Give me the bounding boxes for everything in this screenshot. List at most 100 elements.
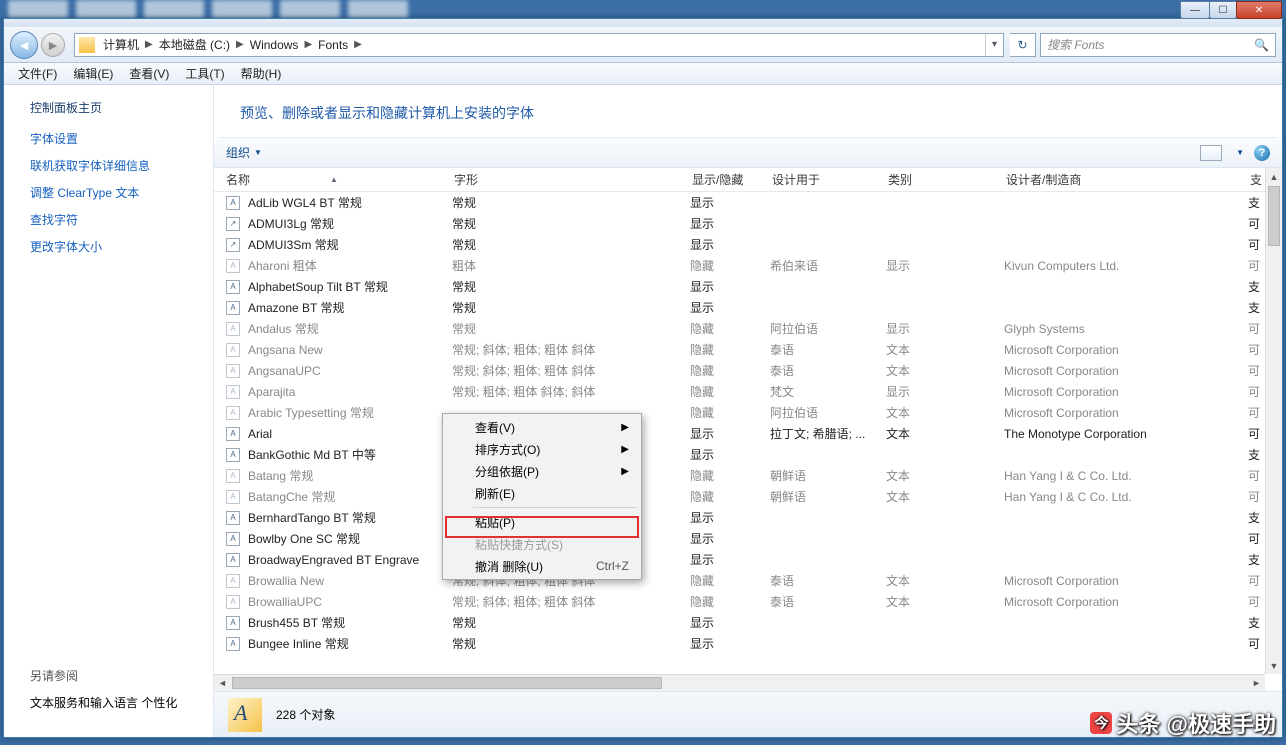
font-row[interactable]: AArabic Typesetting 常规隐藏阿拉伯语文本Microsoft … <box>214 402 1282 423</box>
font-row[interactable]: AArial显示拉丁文; 希腊语; ...文本The Monotype Corp… <box>214 423 1282 444</box>
scroll-thumb[interactable] <box>232 677 662 689</box>
submenu-arrow-icon: ▶ <box>621 422 629 433</box>
font-row[interactable]: ABowlby One SC 常规显示可 <box>214 528 1282 549</box>
font-name: Amazone BT 常规 <box>248 299 452 316</box>
menu-tools[interactable]: 工具(T) <box>177 65 232 82</box>
control-panel-home[interactable]: 控制面板主页 <box>30 99 213 116</box>
organize-button[interactable]: 组织 <box>226 144 250 161</box>
chevron-right-icon[interactable]: ▶ <box>141 39 157 50</box>
column-style[interactable]: 字形 <box>442 168 680 191</box>
font-row[interactable]: AAparajita常规; 粗体; 粗体 斜体; 斜体隐藏梵文显示Microso… <box>214 381 1282 402</box>
view-options-button[interactable] <box>1200 145 1222 161</box>
forward-button[interactable]: ► <box>41 33 65 57</box>
vertical-scrollbar[interactable]: ▲ ▼ <box>1265 168 1282 674</box>
watermark-icon: 今 <box>1090 712 1112 734</box>
sidebar-link-font-settings[interactable]: 字体设置 <box>30 130 213 147</box>
menu-help[interactable]: 帮助(H) <box>233 65 290 82</box>
see-also-text-services[interactable]: 文本服务和输入语言 <box>30 696 138 710</box>
column-designed-for[interactable]: 设计用于 <box>760 168 876 191</box>
column-designer[interactable]: 设计者/制造商 <box>994 168 1238 191</box>
font-row[interactable]: ABernhardTango BT 常规显示支 <box>214 507 1282 528</box>
breadcrumb-item[interactable]: 计算机 <box>101 36 141 53</box>
font-designer: Microsoft Corporation <box>1004 385 1248 399</box>
scroll-right-icon[interactable]: ► <box>1248 675 1265 691</box>
font-row[interactable]: ABungee Inline 常规常规显示可 <box>214 633 1282 654</box>
font-row[interactable]: AAngsana New常规; 斜体; 粗体; 粗体 斜体隐藏泰语文本Micro… <box>214 339 1282 360</box>
font-file-icon: A <box>226 553 240 567</box>
search-input[interactable]: 搜索 Fonts 🔍 <box>1040 33 1276 57</box>
sidebar-link-find-char[interactable]: 查找字符 <box>30 211 213 228</box>
address-dropdown[interactable]: ▾ <box>985 34 1003 56</box>
font-file-icon: A <box>226 196 240 210</box>
address-bar[interactable]: 计算机▶ 本地磁盘 (C:)▶ Windows▶ Fonts▶ ▾ <box>74 33 1004 57</box>
chevron-right-icon[interactable]: ▶ <box>300 39 316 50</box>
font-file-icon: A <box>226 469 240 483</box>
font-row[interactable]: ABatangChe 常规隐藏朝鲜语文本Han Yang I & C Co. L… <box>214 486 1282 507</box>
context-item[interactable]: 刷新(E) <box>445 482 639 504</box>
font-name: Angsana New <box>248 343 452 357</box>
context-item[interactable]: 撤消 删除(U)Ctrl+Z <box>445 555 639 577</box>
font-name: Aparajita <box>248 385 452 399</box>
font-row[interactable]: AAdLib WGL4 BT 常规常规显示支 <box>214 192 1282 213</box>
breadcrumb-item[interactable]: 本地磁盘 (C:) <box>157 36 232 53</box>
see-also-personalization[interactable]: 个性化 <box>141 696 177 710</box>
sidebar-link-change-size[interactable]: 更改字体大小 <box>30 238 213 255</box>
titlebar[interactable]: — ☐ ✕ <box>4 19 1282 27</box>
font-row[interactable]: AAharoni 粗体粗体隐藏希伯来语显示Kivun Computers Ltd… <box>214 255 1282 276</box>
context-item[interactable]: 粘贴(P) <box>445 511 639 533</box>
context-item[interactable]: 分组依据(P)▶ <box>445 460 639 482</box>
sidebar-link-online-fonts[interactable]: 联机获取字体详细信息 <box>30 157 213 174</box>
font-category: 文本 <box>886 362 1004 379</box>
scroll-left-icon[interactable]: ◄ <box>214 675 231 691</box>
font-file-icon: A <box>226 448 240 462</box>
chevron-right-icon[interactable]: ▶ <box>350 39 366 50</box>
context-item[interactable]: 排序方式(O)▶ <box>445 438 639 460</box>
font-row[interactable]: AAngsanaUPC常规; 斜体; 粗体; 粗体 斜体隐藏泰语文本Micros… <box>214 360 1282 381</box>
font-row[interactable]: ABankGothic Md BT 中等显示支 <box>214 444 1282 465</box>
chevron-down-icon[interactable]: ▼ <box>254 148 262 157</box>
menu-edit[interactable]: 编辑(E) <box>65 65 121 82</box>
breadcrumb-item[interactable]: Windows <box>248 38 301 52</box>
font-row[interactable]: ABrowalliaUPC常规; 斜体; 粗体; 粗体 斜体隐藏泰语文本Micr… <box>214 591 1282 612</box>
column-name[interactable]: 名称▲ <box>214 168 442 191</box>
menu-file[interactable]: 文件(F) <box>10 65 65 82</box>
scroll-down-icon[interactable]: ▼ <box>1266 657 1282 674</box>
font-row[interactable]: AAlphabetSoup Tilt BT 常规常规显示支 <box>214 276 1282 297</box>
refresh-button[interactable]: ↻ <box>1010 33 1036 57</box>
scroll-thumb[interactable] <box>1268 186 1280 246</box>
horizontal-scrollbar[interactable]: ◄ ► <box>214 674 1265 691</box>
font-row[interactable]: AAmazone BT 常规常规显示支 <box>214 297 1282 318</box>
font-designed-for: 阿拉伯语 <box>770 320 886 337</box>
font-style: 常规 <box>452 320 690 337</box>
font-designer: Glyph Systems <box>1004 322 1248 336</box>
menu-view[interactable]: 查看(V) <box>121 65 177 82</box>
font-row[interactable]: ABatang 常规隐藏朝鲜语文本Han Yang I & C Co. Ltd.… <box>214 465 1282 486</box>
chevron-down-icon[interactable]: ▼ <box>1236 148 1244 157</box>
sidebar-link-cleartype[interactable]: 调整 ClearType 文本 <box>30 184 213 201</box>
font-row[interactable]: ↗ADMUI3Sm 常规常规显示可 <box>214 234 1282 255</box>
scroll-up-icon[interactable]: ▲ <box>1266 168 1282 185</box>
chevron-right-icon[interactable]: ▶ <box>232 39 248 50</box>
close-button[interactable]: ✕ <box>1236 1 1282 19</box>
maximize-button[interactable]: ☐ <box>1209 1 1237 19</box>
font-name: BrowalliaUPC <box>248 595 452 609</box>
font-showhide: 显示 <box>690 425 770 442</box>
breadcrumb-item[interactable]: Fonts <box>316 38 350 52</box>
font-showhide: 隐藏 <box>690 572 770 589</box>
search-icon[interactable]: 🔍 <box>1254 38 1269 52</box>
search-placeholder: 搜索 Fonts <box>1047 36 1104 53</box>
font-showhide: 显示 <box>690 551 770 568</box>
font-row[interactable]: ABrush455 BT 常规常规显示支 <box>214 612 1282 633</box>
minimize-button[interactable]: — <box>1180 1 1210 19</box>
column-category[interactable]: 类别 <box>876 168 994 191</box>
font-row[interactable]: AAndalus 常规常规隐藏阿拉伯语显示Glyph Systems可 <box>214 318 1282 339</box>
font-row[interactable]: ABroadwayEngraved BT Engrave显示支 <box>214 549 1282 570</box>
back-button[interactable]: ◄ <box>10 31 38 59</box>
font-row[interactable]: ↗ADMUI3Lg 常规常规显示可 <box>214 213 1282 234</box>
context-item[interactable]: 查看(V)▶ <box>445 416 639 438</box>
column-showhide[interactable]: 显示/隐藏 <box>680 168 760 191</box>
font-row[interactable]: ABrowallia New常规; 斜体; 粗体; 粗体 斜体隐藏泰语文本Mic… <box>214 570 1282 591</box>
fonts-folder-icon <box>228 698 262 732</box>
help-icon[interactable]: ? <box>1254 145 1270 161</box>
font-designed-for: 泰语 <box>770 593 886 610</box>
